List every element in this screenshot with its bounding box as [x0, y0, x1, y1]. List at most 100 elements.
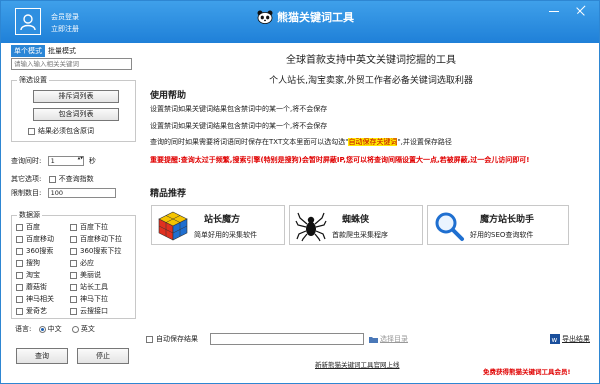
data-source-option[interactable]: 360搜索: [16, 246, 53, 256]
left-panel: 单个模式 批量模式 筛选设置 排斥词列表 包含词列表 结果必须包含原词 查询间时…: [11, 45, 136, 375]
panda-icon: [257, 10, 273, 24]
query-interval-spinner[interactable]: 1: [47, 156, 84, 166]
card-zhanzhang-mofang[interactable]: 站长魔方 简单好用的采集软件: [151, 205, 285, 245]
help-line-2: 设置禁词如果关键词结果包含禁词中的某一个,将不会保存: [150, 122, 328, 130]
data-source-checkbox[interactable]: [16, 295, 23, 303]
data-source-checkbox[interactable]: [70, 283, 77, 291]
must-include-option[interactable]: 结果必须包含原词: [28, 126, 94, 136]
autosave-highlight: 自动保存关键词: [348, 138, 398, 146]
save-path-input[interactable]: [210, 333, 364, 345]
query-button[interactable]: 查询: [16, 348, 68, 364]
lang-cn-label: 中文: [47, 325, 62, 333]
help-title: 使用帮助: [150, 91, 187, 101]
data-source-label: 百度下拉: [80, 223, 108, 231]
card-desc: 简单好用的采集软件: [194, 231, 257, 239]
limit-input[interactable]: 100: [47, 188, 116, 198]
data-source-label: 蘑菇街: [26, 283, 47, 291]
data-source-checkbox[interactable]: [16, 247, 23, 255]
bottom-bar: 自动保存结果 选择目录 w 导出结果: [146, 331, 596, 351]
login-links: 会员登录 立即注册: [51, 11, 79, 35]
include-list-button[interactable]: 包含词列表: [33, 108, 119, 121]
data-source-checkbox[interactable]: [70, 295, 77, 303]
no-index-checkbox[interactable]: [48, 175, 56, 183]
data-source-checkbox[interactable]: [70, 271, 77, 279]
data-source-option[interactable]: 百度下拉: [70, 222, 108, 232]
export-icon: w: [550, 334, 560, 344]
other-options-label: 其它选项:: [11, 175, 42, 183]
user-icon: [20, 13, 36, 30]
autosave-label: 自动保存结果: [156, 335, 198, 343]
official-site-link[interactable]: 新新熊猫关键词工具官网上线: [315, 359, 400, 369]
data-source-label: 爱奇艺: [26, 307, 47, 315]
choose-dir-button[interactable]: 选择目录: [369, 334, 408, 344]
data-source-checkbox[interactable]: [16, 223, 23, 231]
data-source-option[interactable]: 百度移动下拉: [70, 234, 122, 244]
data-source-checkbox[interactable]: [70, 259, 77, 267]
tab-batch-mode[interactable]: 批量模式: [45, 45, 79, 57]
data-source-checkbox[interactable]: [70, 235, 77, 243]
stop-button[interactable]: 停止: [77, 348, 129, 364]
data-source-option[interactable]: 淘宝: [16, 270, 40, 280]
data-source-label: 云搜接口: [80, 307, 108, 315]
data-source-checkbox[interactable]: [16, 307, 23, 315]
limit-row: 限制数目: 100: [11, 188, 116, 198]
app-logo: 熊猫关键词工具: [257, 9, 354, 25]
data-source-checkbox[interactable]: [16, 259, 23, 267]
data-source-label: 360搜索: [26, 247, 54, 255]
data-source-label: 美丽说: [80, 271, 101, 279]
data-source-option[interactable]: 360搜索下拉: [70, 246, 121, 256]
keyword-input[interactable]: [11, 58, 132, 70]
must-include-checkbox[interactable]: [28, 127, 35, 135]
data-source-checkbox[interactable]: [70, 307, 77, 315]
export-button[interactable]: w 导出结果: [550, 334, 590, 344]
data-source-option[interactable]: 神马下拉: [70, 294, 108, 304]
login-link[interactable]: 会员登录: [51, 11, 79, 23]
query-interval-label: 查询间时:: [11, 157, 42, 165]
data-source-option[interactable]: 美丽说: [70, 270, 101, 280]
free-member-link[interactable]: 免费获得熊猫关键词工具会员!: [483, 366, 570, 376]
data-source-option[interactable]: 必应: [70, 258, 94, 268]
data-source-option[interactable]: 蘑菇街: [16, 282, 47, 292]
data-source-checkbox[interactable]: [70, 223, 77, 231]
data-source-option[interactable]: 爱奇艺: [16, 306, 47, 316]
autosave-option[interactable]: 自动保存结果: [146, 334, 198, 344]
title-bar: 会员登录 立即注册 熊猫关键词工具: [1, 1, 599, 43]
query-interval-row: 查询间时: 1 秒: [11, 156, 96, 166]
data-source-label: 百度移动下拉: [80, 235, 122, 243]
data-source-option[interactable]: 神马相关: [16, 294, 54, 304]
autosave-checkbox[interactable]: [146, 335, 153, 343]
data-source-checkbox[interactable]: [16, 235, 23, 243]
data-source-label: 站长工具: [80, 283, 108, 291]
data-source-checkbox[interactable]: [16, 283, 23, 291]
data-source-label: 百度移动: [26, 235, 54, 243]
lang-cn-radio[interactable]: [38, 325, 46, 333]
exclude-list-button[interactable]: 排斥词列表: [33, 90, 119, 103]
warning-text: 重要提醒:查询太过于频繁,搜索引擎(特别是搜狗)会暂时屏蔽IP,您可以将查询间隔…: [150, 156, 530, 164]
close-icon[interactable]: [575, 6, 587, 16]
app-window: 会员登录 立即注册 熊猫关键词工具 单个模式 批量模式 筛选设置 排斥词列表 包…: [0, 0, 600, 384]
data-source-option[interactable]: 云搜接口: [70, 306, 108, 316]
data-source-label: 必应: [80, 259, 94, 267]
data-source-label: 搜狗: [26, 259, 40, 267]
help-line-3-c: ",并设置保存路径: [397, 138, 452, 146]
tab-single-mode[interactable]: 单个模式: [11, 45, 45, 57]
card-spiderman[interactable]: 蜘蛛侠 首款爬虫采集程序: [289, 205, 423, 245]
data-source-option[interactable]: 百度移动: [16, 234, 54, 244]
data-source-title: 数据源: [17, 210, 42, 220]
data-source-option[interactable]: 搜狗: [16, 258, 40, 268]
data-source-checkbox[interactable]: [70, 247, 77, 255]
data-source-group: 数据源 百度 百度下拉百度移动 百度移动下拉 360搜索 360搜索下拉搜狗 必应淘宝 美丽…: [11, 210, 136, 319]
lang-en-radio[interactable]: [71, 325, 79, 333]
card-mofang-assistant[interactable]: 魔方站长助手 好用的SEO查询软件: [427, 205, 569, 245]
data-source-option[interactable]: 百度: [16, 222, 40, 232]
svg-text:w: w: [552, 336, 558, 344]
register-link[interactable]: 立即注册: [51, 23, 79, 35]
data-source-label: 神马下拉: [80, 295, 108, 303]
help-line-1: 设置禁词如果关键词结果包含禁词中的某一个,将不会保存: [150, 105, 328, 113]
data-source-option[interactable]: 站长工具: [70, 282, 108, 292]
must-include-label: 结果必须包含原词: [38, 127, 94, 135]
avatar[interactable]: [15, 8, 41, 35]
export-label: 导出结果: [562, 335, 590, 343]
minimize-icon[interactable]: [548, 6, 560, 16]
data-source-checkbox[interactable]: [16, 271, 23, 279]
